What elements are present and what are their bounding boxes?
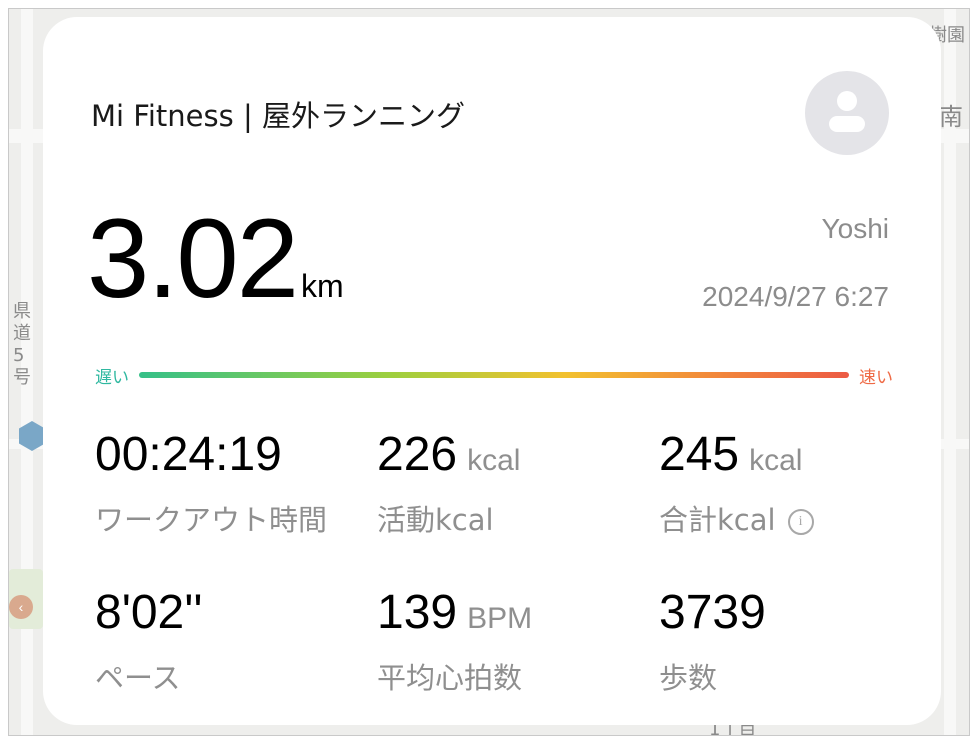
user-icon: [829, 91, 865, 132]
pace-gradient: [139, 372, 849, 378]
stat-label: 合計kcal: [659, 503, 776, 537]
stat-value: 245: [659, 428, 740, 481]
avatar[interactable]: [805, 71, 889, 155]
stat-pace: 8'02'' ペース: [95, 589, 203, 697]
map-poi-icon: ‹: [9, 595, 33, 619]
screenshot-frame: 樹園 南 県道5号 1丁目 ‹ Mi Fitness | 屋外ランニング 3.0…: [8, 8, 970, 736]
pace-gradient-bar: 遅い 速い: [95, 363, 893, 388]
stat-active-kcal: 226 kcal 活動kcal: [377, 431, 520, 539]
stat-value: 8'02'': [95, 586, 203, 639]
map-label: 南: [939, 103, 963, 131]
stat-value: 00:24:19: [95, 428, 282, 481]
stat-workout-time: 00:24:19 ワークアウト時間: [95, 431, 327, 539]
stat-label: ワークアウト時間: [95, 503, 328, 537]
stat-label: 平均心拍数: [377, 661, 523, 695]
stat-unit: BPM: [467, 602, 533, 635]
stat-heart-rate: 139 BPM 平均心拍数: [377, 589, 532, 697]
stat-unit: kcal: [467, 444, 521, 477]
stat-value: 226: [377, 428, 458, 481]
distance-value: 3.02: [87, 196, 299, 321]
stat-label: 歩数: [659, 661, 718, 695]
stat-value: 3739: [659, 586, 766, 639]
page-title: Mi Fitness | 屋外ランニング: [91, 99, 465, 133]
distance-display: 3.02 km: [87, 203, 344, 315]
slow-label: 遅い: [95, 368, 129, 388]
stat-label: ペース: [95, 661, 181, 695]
stat-steps: 3739 歩数: [659, 589, 766, 697]
stat-label: 活動kcal: [377, 503, 494, 537]
map-label: 県道5号: [13, 301, 31, 388]
workout-summary-card: Mi Fitness | 屋外ランニング 3.02 km Yoshi 2024/9…: [43, 17, 941, 725]
workout-datetime: 2024/9/27 6:27: [702, 281, 889, 312]
stat-total-kcal: 245 kcal 合計kcal i: [659, 431, 814, 539]
info-icon[interactable]: i: [787, 509, 814, 535]
stat-value: 139: [377, 586, 458, 639]
fast-label: 速い: [859, 368, 893, 388]
stat-unit: kcal: [749, 444, 803, 477]
distance-unit: km: [300, 268, 344, 304]
user-name: Yoshi: [821, 213, 889, 244]
